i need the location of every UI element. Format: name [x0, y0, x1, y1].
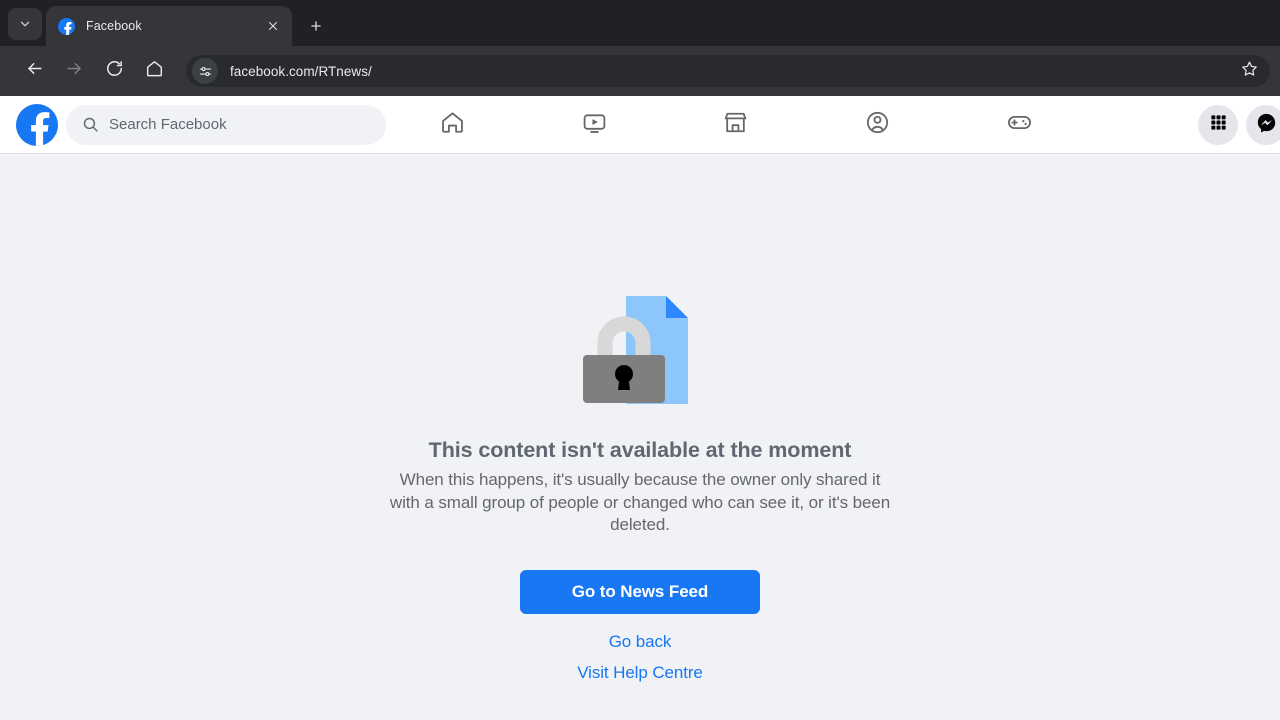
groups-people-icon: [864, 109, 891, 141]
navbar-tabs: [382, 96, 1090, 153]
tab-strip: Facebook: [0, 0, 1280, 46]
site-settings-sliders-icon[interactable]: [192, 58, 218, 84]
messenger-icon: [1256, 112, 1277, 138]
search-icon: [82, 116, 99, 133]
navbar-left: Search Facebook: [0, 103, 386, 146]
facebook-navbar: Search Facebook: [0, 96, 1280, 154]
marketplace-store-icon: [722, 109, 749, 141]
error-title: This content isn't available at the mome…: [428, 438, 852, 462]
error-content: This content isn't available at the mome…: [0, 154, 1280, 720]
video-play-icon: [581, 109, 608, 141]
gamepad-icon: [1006, 109, 1033, 141]
bookmark-star-button[interactable]: [1234, 56, 1264, 86]
messenger-button[interactable]: [1246, 104, 1280, 145]
home-button[interactable]: [138, 55, 170, 87]
tab-groups[interactable]: [807, 97, 949, 153]
page-viewport: Search Facebook This content isn't avail…: [0, 96, 1280, 720]
tab-video[interactable]: [524, 97, 666, 153]
browser-tab[interactable]: Facebook: [46, 6, 292, 46]
tab-gaming[interactable]: [948, 97, 1090, 153]
address-bar[interactable]: facebook.com/RTnews/: [186, 55, 1270, 87]
navbar-actions: [1198, 96, 1280, 153]
visit-help-centre-link[interactable]: Visit Help Centre: [577, 663, 703, 683]
menu-button[interactable]: [1198, 104, 1238, 145]
grid-menu-icon: [1209, 113, 1228, 137]
browser-window: Facebook facebook.com/RTnews/ Search Fac…: [0, 0, 1280, 720]
forward-arrow-icon: [65, 59, 84, 83]
home-icon: [145, 59, 164, 83]
facebook-logo-icon[interactable]: [16, 103, 58, 146]
home-icon: [439, 109, 466, 141]
browser-toolbar: facebook.com/RTnews/: [0, 46, 1280, 96]
facebook-favicon: [58, 17, 75, 35]
bookmark-star-icon: [1241, 60, 1258, 82]
chevron-down-icon: [18, 17, 32, 31]
address-bar-url: facebook.com/RTnews/: [230, 63, 372, 79]
error-description: When this happens, it's usually because …: [389, 470, 891, 534]
reload-button[interactable]: [98, 55, 130, 87]
back-button[interactable]: [18, 55, 50, 87]
tab-close-button[interactable]: [262, 15, 284, 37]
tab-search-button[interactable]: [8, 8, 42, 40]
forward-button[interactable]: [58, 55, 90, 87]
search-placeholder-text: Search Facebook: [109, 116, 227, 133]
tab-title: Facebook: [86, 19, 142, 33]
search-input[interactable]: Search Facebook: [66, 104, 386, 145]
reload-icon: [105, 59, 124, 83]
go-back-link[interactable]: Go back: [609, 632, 672, 652]
new-tab-button[interactable]: [302, 12, 330, 40]
go-to-news-feed-button[interactable]: Go to News Feed: [520, 569, 760, 614]
tab-home[interactable]: [382, 97, 524, 153]
locked-document-illustration: [580, 290, 700, 408]
tab-marketplace[interactable]: [665, 97, 807, 153]
back-arrow-icon: [25, 59, 44, 83]
